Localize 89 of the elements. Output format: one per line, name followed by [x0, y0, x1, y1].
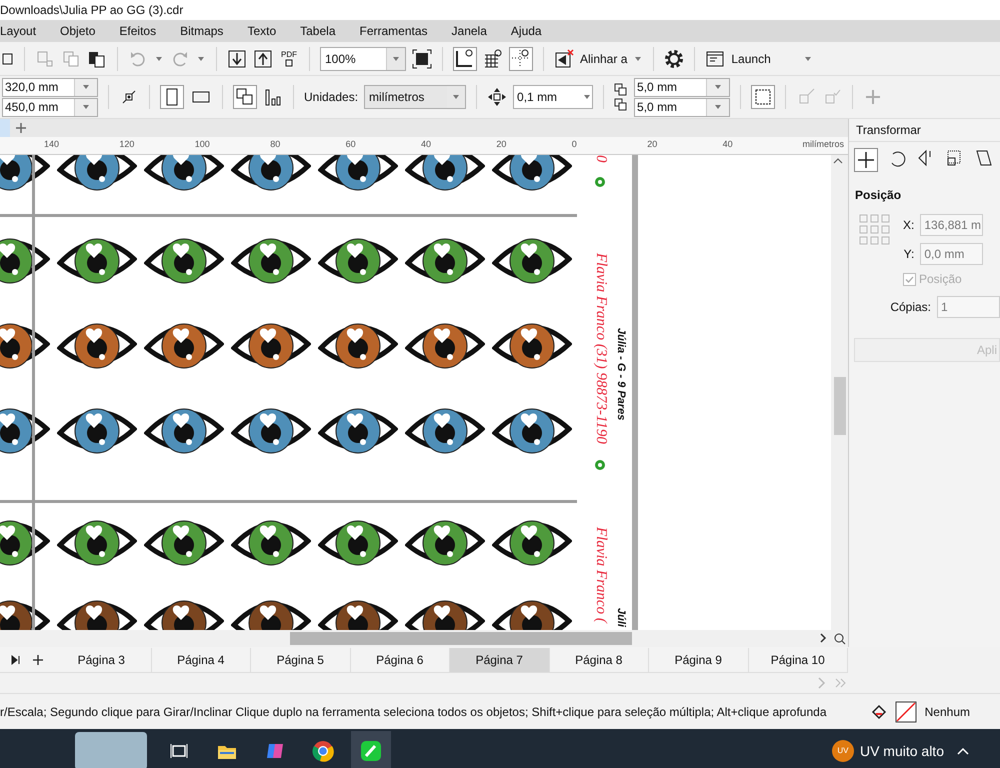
page-tab[interactable]: Página 10: [748, 648, 848, 672]
add-page-icon[interactable]: [32, 654, 44, 666]
copies-label: Cópias:: [890, 300, 931, 314]
page-tab[interactable]: Página 5: [251, 648, 350, 672]
guidelines-icon[interactable]: [509, 46, 533, 70]
scrollbar[interactable]: [831, 155, 848, 630]
docker-title: Transformar: [849, 119, 1000, 142]
nudge-icon[interactable]: [487, 87, 508, 107]
page-icon: [285, 58, 293, 66]
scrollbar[interactable]: [0, 630, 848, 647]
menu-item[interactable]: Janela: [440, 24, 499, 38]
y-label: Y:: [904, 247, 914, 261]
menu-item[interactable]: Bitmaps: [168, 24, 236, 38]
vertical-contact-text: Flavia Franco (31) 98873-1190: [593, 253, 609, 444]
fill-label: Nenhum: [924, 704, 970, 718]
export-icon[interactable]: [253, 48, 273, 68]
page-frame-icon[interactable]: [751, 85, 776, 109]
units-combo[interactable]: milímetros: [364, 85, 466, 109]
pages-icon[interactable]: [233, 85, 257, 109]
full-screen-icon[interactable]: [412, 48, 432, 68]
vertical-contact-text: 0: [593, 155, 609, 162]
portrait-icon[interactable]: [160, 85, 184, 109]
fill-icon[interactable]: [870, 702, 887, 720]
nudge-field[interactable]: 0,1 mm: [513, 85, 594, 109]
import-icon[interactable]: [227, 48, 247, 68]
no-fill-icon[interactable]: [894, 700, 917, 722]
scrollbar-thumb[interactable]: [834, 377, 846, 435]
menu-item[interactable]: Ajuda: [498, 24, 554, 38]
ruler-label: 60: [346, 139, 356, 149]
window-title: Downloads\Julia PP ao GG (3).cdr: [0, 0, 1000, 20]
menu-item[interactable]: Tabela: [288, 24, 348, 38]
duplicate-x-icon[interactable]: [614, 82, 628, 96]
skew-icon[interactable]: [974, 148, 994, 168]
menu-item[interactable]: Layout: [0, 24, 48, 38]
ruler-icon[interactable]: [453, 46, 477, 70]
zoom-icon[interactable]: [833, 632, 846, 645]
x-field[interactable]: 136,881 m: [920, 214, 984, 236]
status-hint: r/Escala; Segundo clique para Girar/Inclinar Clique duplo na ferramenta seleciona todos os objetos; Shift+clique para seleção múltipla; Alt+clique aprofunda: [0, 704, 828, 718]
ruler-label: 40: [421, 139, 432, 149]
add-tab-icon[interactable]: [14, 121, 28, 135]
ruler-label: 0: [572, 139, 577, 149]
vertical-title: Júlia - G - 9 Pares: [615, 328, 627, 420]
menu-item[interactable]: Texto: [235, 24, 288, 38]
checkbox-label: Posição: [919, 272, 962, 286]
last-page-icon[interactable]: [10, 654, 22, 666]
ruler-label: 20: [496, 139, 506, 149]
duplicate-x-field[interactable]: 5,0 mm: [634, 78, 730, 96]
pdf-export-button[interactable]: PDF: [279, 48, 299, 68]
duplicate-y-icon[interactable]: [614, 98, 628, 112]
ruler-unit: milímetros: [802, 139, 844, 149]
grid-icon[interactable]: [483, 48, 503, 68]
move-icon[interactable]: [854, 148, 878, 172]
delete-guides-icon[interactable]: [554, 48, 574, 68]
page-tab[interactable]: Página 3: [52, 648, 152, 672]
page-tab[interactable]: Página 7: [450, 648, 550, 672]
weather-text[interactable]: UV muito alto: [860, 742, 944, 758]
page-tab[interactable]: Página 9: [649, 648, 748, 672]
zoom-combo[interactable]: 100%: [320, 46, 406, 70]
menu-item[interactable]: Efeitos: [107, 24, 168, 38]
uv-badge: UV: [832, 740, 854, 762]
ruler-label: 140: [44, 139, 60, 149]
settings-icon[interactable]: [664, 48, 684, 68]
width-field[interactable]: 320,0 mm: [2, 78, 98, 96]
page-tab[interactable]: Página 8: [550, 648, 649, 672]
height-field[interactable]: 450,0 mm: [2, 98, 98, 116]
ruler-label: 20: [647, 139, 658, 149]
menu-item[interactable]: Objeto: [48, 24, 108, 38]
window-icon[interactable]: [705, 48, 726, 68]
duplicate-y-field[interactable]: 5,0 mm: [634, 98, 730, 116]
scrollbar-thumb[interactable]: [290, 632, 632, 645]
align-dropdown[interactable]: Alinhar a: [580, 52, 628, 66]
ruler-label: 100: [194, 139, 210, 149]
ruler-label: 80: [270, 139, 280, 149]
section-title: Posição: [854, 187, 902, 204]
menu-item[interactable]: Ferramentas: [348, 24, 440, 38]
units-label: Unidades:: [304, 90, 358, 104]
copies-field[interactable]: 1: [937, 296, 1000, 318]
pen-app-icon[interactable]: [360, 740, 382, 762]
browser-icon[interactable]: [312, 740, 334, 762]
y-field[interactable]: 0,0 mm: [920, 243, 984, 265]
vertical-title: Júli: [615, 608, 627, 627]
align-bottom-icon[interactable]: [263, 87, 283, 107]
ruler-label: 120: [119, 139, 134, 149]
ruler-label: 40: [722, 139, 733, 149]
x-label: X:: [903, 218, 914, 232]
page-tab[interactable]: Página 4: [152, 648, 251, 672]
launch-dropdown[interactable]: Launch: [731, 52, 771, 66]
taskbar-app[interactable]: [351, 730, 391, 768]
vertical-contact-text: Flavia Franco (: [593, 527, 609, 623]
